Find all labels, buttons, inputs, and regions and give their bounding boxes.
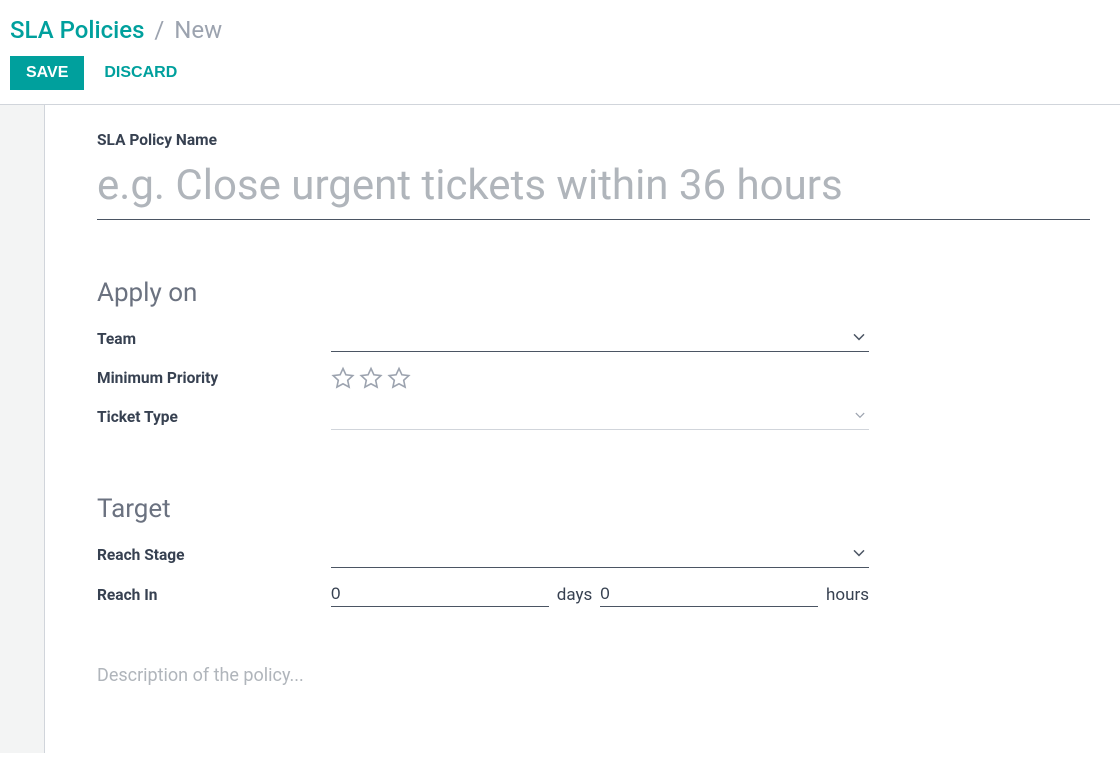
hours-unit-label: hours: [826, 585, 869, 605]
reach-in-label: Reach In: [97, 586, 331, 604]
ticket-type-label: Ticket Type: [97, 408, 331, 426]
team-label: Team: [97, 330, 331, 348]
button-row: Save Discard: [10, 56, 1110, 90]
form-sheet: SLA Policy Name Apply on Team Minimum Pr…: [44, 105, 1120, 753]
row-reach-in: Reach In days hours: [97, 582, 1090, 607]
save-button[interactable]: Save: [10, 56, 84, 90]
breadcrumb-root-link[interactable]: SLA Policies: [10, 16, 144, 44]
reach-in-days-input[interactable]: [331, 582, 549, 607]
name-label: SLA Policy Name: [97, 131, 1090, 149]
sheet-background: SLA Policy Name Apply on Team Minimum Pr…: [0, 105, 1120, 753]
breadcrumb-current: New: [174, 16, 222, 44]
days-unit-label: days: [557, 585, 593, 605]
description-input[interactable]: [97, 661, 1090, 690]
control-panel: SLA Policies / New Save Discard: [0, 0, 1120, 104]
ticket-type-select[interactable]: [331, 404, 869, 430]
team-select[interactable]: [331, 326, 869, 352]
section-apply-on-title: Apply on: [97, 278, 1090, 308]
star-1[interactable]: [331, 366, 355, 390]
breadcrumb: SLA Policies / New: [10, 16, 1110, 44]
row-team: Team: [97, 326, 1090, 352]
row-ticket-type: Ticket Type: [97, 404, 1090, 430]
priority-stars: [331, 366, 869, 390]
priority-label: Minimum Priority: [97, 369, 331, 387]
reach-stage-select[interactable]: [331, 542, 869, 568]
discard-button[interactable]: Discard: [88, 56, 193, 90]
section-target-title: Target: [97, 494, 1090, 524]
row-reach-stage: Reach Stage: [97, 542, 1090, 568]
reach-in-hours-input[interactable]: [600, 582, 818, 607]
sla-policy-name-input[interactable]: [97, 159, 1090, 220]
row-priority: Minimum Priority: [97, 366, 1090, 390]
reach-stage-label: Reach Stage: [97, 546, 331, 564]
star-2[interactable]: [359, 366, 383, 390]
star-3[interactable]: [387, 366, 411, 390]
breadcrumb-separator: /: [154, 16, 164, 44]
